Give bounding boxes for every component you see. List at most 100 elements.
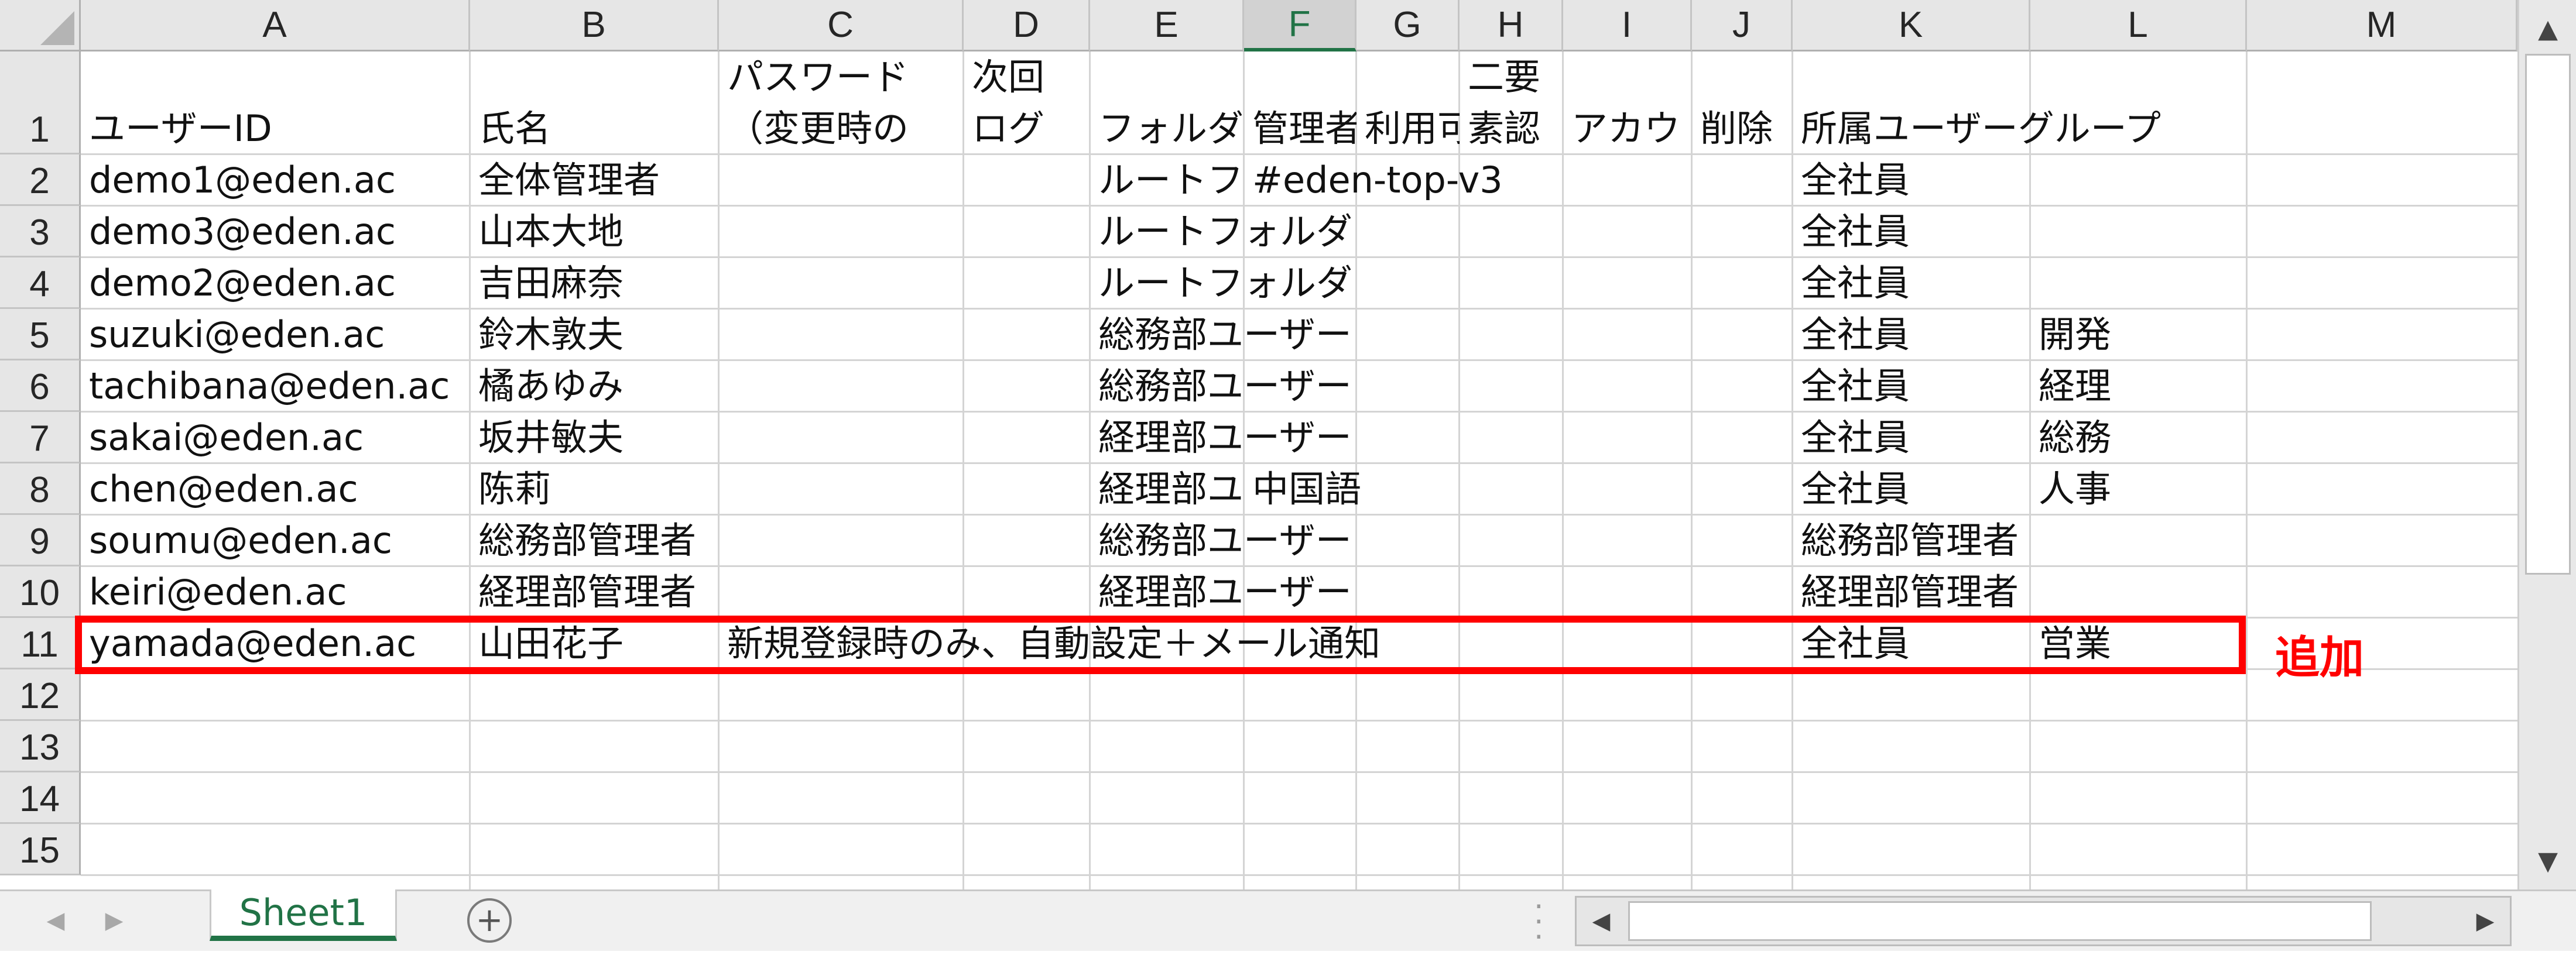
cell-b2[interactable]: 全体管理者 [470,154,719,206]
cell-e5[interactable]: 総務部ユーザー [1090,309,1352,360]
row-header-13[interactable]: 13 [0,721,81,772]
cell-b1[interactable]: 氏名 [470,103,719,154]
cell-l5[interactable]: 開発 [2030,309,2247,360]
cell-a4[interactable]: demo2@eden.ac [81,257,470,309]
column-header-b[interactable]: B [470,0,719,51]
cell-a3[interactable]: demo3@eden.ac [81,206,470,257]
row-header-1[interactable]: 1 [0,51,81,154]
cell-l6[interactable]: 経理 [2030,360,2247,412]
cell-e9[interactable]: 総務部ユーザー [1090,515,1352,566]
cell-a10[interactable]: keiri@eden.ac [81,566,470,618]
cell-b7[interactable]: 坂井敏夫 [470,412,719,463]
vertical-scrollbar[interactable]: ▲ ▼ [2517,0,2576,889]
row-header-5[interactable]: 5 [0,309,81,360]
cell-d1[interactable]: 次回 [964,51,1090,103]
cell-f8[interactable]: 中国語 [1244,463,1361,515]
cell-a6[interactable]: tachibana@eden.ac [81,360,470,412]
cell-k1[interactable]: 所属ユーザーグループ [1793,103,2161,154]
row-header-4[interactable]: 4 [0,257,81,309]
grid-line [81,720,2517,722]
column-header-i[interactable]: I [1563,0,1692,51]
cell-a5[interactable]: suzuki@eden.ac [81,309,470,360]
scroll-up-icon[interactable]: ▲ [2524,5,2572,53]
cell-l7[interactable]: 総務 [2030,412,2247,463]
horizontal-scrollbar[interactable]: ◀ ▶ [1575,896,2512,946]
cell-k9[interactable]: 総務部管理者 [1793,515,2030,566]
cell-k8[interactable]: 全社員 [1793,463,2030,515]
cell-h1[interactable]: 素認 [1460,103,1563,154]
row-header-7[interactable]: 7 [0,412,81,463]
row-header-14[interactable]: 14 [0,772,81,824]
cell-g1[interactable]: 利用可 [1356,103,1460,154]
cell-k10[interactable]: 経理部管理者 [1793,566,2030,618]
row-header-11[interactable]: 11 [0,618,81,669]
row-header-3[interactable]: 3 [0,206,81,257]
cell-i1[interactable]: アカウ [1563,103,1692,154]
cell-d1[interactable]: ログ [964,103,1090,154]
cell-k6[interactable]: 全社員 [1793,360,2030,412]
column-header-e[interactable]: E [1090,0,1244,51]
cell-f2[interactable]: #eden-top-v3 [1244,154,1503,206]
prev-sheet-arrow-icon[interactable]: ◀ [35,897,76,944]
vertical-scroll-thumb[interactable] [2525,54,2571,575]
cell-k5[interactable]: 全社員 [1793,309,2030,360]
horizontal-scroll-thumb[interactable] [1628,901,2372,941]
plus-circle-icon[interactable]: + [467,898,512,943]
cell-e2[interactable]: ルートフ [1090,154,1244,206]
select-all-corner[interactable] [0,0,81,51]
cell-f1[interactable]: 管理者 [1244,103,1356,154]
cell-e7[interactable]: 経理部ユーザー [1090,412,1352,463]
cell-e10[interactable]: 経理部ユーザー [1090,566,1352,618]
cell-c1[interactable]: （変更時の [719,103,964,154]
scroll-right-icon[interactable]: ▶ [2462,898,2509,944]
cell-e3[interactable]: ルートフォルダ [1090,206,1352,257]
column-header-a[interactable]: A [81,0,470,51]
cell-a8[interactable]: chen@eden.ac [81,463,470,515]
row-header-2[interactable]: 2 [0,154,81,206]
scroll-left-icon[interactable]: ◀ [1578,898,1625,944]
row-header-9[interactable]: 9 [0,515,81,566]
cell-b6[interactable]: 橘あゆみ [470,360,719,412]
cell-k7[interactable]: 全社員 [1793,412,2030,463]
column-header-g[interactable]: G [1356,0,1460,51]
split-handle-icon[interactable]: · · · [1534,892,1544,953]
row-header-6[interactable]: 6 [0,360,81,412]
cell-e6[interactable]: 総務部ユーザー [1090,360,1352,412]
cell-k2[interactable]: 全社員 [1793,154,2030,206]
cell-b3[interactable]: 山本大地 [470,206,719,257]
scroll-down-icon[interactable]: ▼ [2524,837,2572,885]
cell-e4[interactable]: ルートフォルダ [1090,257,1352,309]
row-header-8[interactable]: 8 [0,463,81,515]
column-header-c[interactable]: C [719,0,964,51]
cell-e1[interactable]: フォルダ [1090,103,1244,154]
cell-a2[interactable]: demo1@eden.ac [81,154,470,206]
cell-l8[interactable]: 人事 [2030,463,2247,515]
row-header-12[interactable]: 12 [0,669,81,721]
cell-a7[interactable]: sakai@eden.ac [81,412,470,463]
cell-a9[interactable]: soumu@eden.ac [81,515,470,566]
sheet-tab-sheet1[interactable]: Sheet1 [210,889,397,941]
cell-b9[interactable]: 総務部管理者 [470,515,719,566]
cell-k4[interactable]: 全社員 [1793,257,2030,309]
cell-b4[interactable]: 吉田麻奈 [470,257,719,309]
column-header-m[interactable]: M [2247,0,2517,51]
column-header-d[interactable]: D [964,0,1090,51]
row-header-10[interactable]: 10 [0,566,81,618]
cell-b5[interactable]: 鈴木敦夫 [470,309,719,360]
column-header-l[interactable]: L [2030,0,2247,51]
cell-k3[interactable]: 全社員 [1793,206,2030,257]
column-header-k[interactable]: K [1793,0,2030,51]
cell-e8[interactable]: 経理部ユーザ [1090,463,1244,515]
cell-h1[interactable]: 二要 [1460,51,1563,103]
column-header-j[interactable]: J [1692,0,1793,51]
column-header-h[interactable]: H [1460,0,1563,51]
cell-b8[interactable]: 陈莉 [470,463,719,515]
cell-j1[interactable]: 削除 [1692,103,1793,154]
cell-b10[interactable]: 経理部管理者 [470,566,719,618]
row-header-15[interactable]: 15 [0,824,81,875]
column-header-f[interactable]: F [1244,0,1356,51]
cell-c1[interactable]: パスワード [719,51,964,103]
next-sheet-arrow-icon[interactable]: ▶ [94,897,135,944]
cell-a1[interactable]: ユーザーID [81,103,470,154]
spreadsheet-grid[interactable]: ABCDEFGHIJKLM 1 2 3 4 5 6 7 8 9 10 11 12 13 14 15 ユーザー… [0,0,2517,889]
